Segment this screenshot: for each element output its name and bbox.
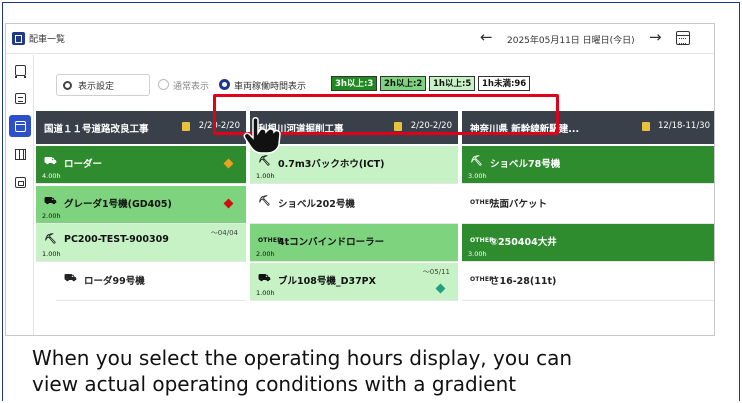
sidebar-item-schedule[interactable]: [9, 115, 31, 137]
period-end: ～05/11: [422, 268, 450, 276]
radio-operating-hours-display[interactable]: [219, 79, 230, 90]
operating-hours: 4.00h: [42, 172, 61, 180]
caption-text: When you select the operating hours disp…: [32, 345, 572, 397]
vehicle-cell[interactable]: ⛟ ローダ99号機: [56, 263, 246, 301]
schedule-icon: [642, 122, 650, 131]
next-day-button[interactable]: →: [649, 29, 662, 45]
pointer-hand-icon: [243, 117, 281, 154]
vehicle-cell[interactable]: ⛏ 0.7m3バックホウ(ICT) 1.00h: [250, 146, 458, 184]
sidebar-item-wallet[interactable]: [9, 171, 31, 193]
app-window: 配車一覧 ← 2025年05月11日 日曜日(今日) → 表示設定 通常表示 車…: [5, 23, 715, 336]
vehicle-name: ローダー: [64, 159, 103, 170]
vehicle-cell[interactable]: OTHER ②250404大井 3.00h: [462, 224, 714, 262]
project-dates: 12/18-11/30: [657, 121, 710, 131]
radio-normal-label: 通常表示: [173, 82, 210, 92]
sidebar-item-vehicles[interactable]: [9, 59, 31, 81]
operating-hours: 1.00h: [256, 289, 275, 297]
caption-line-2: view actual operating conditions with a …: [32, 372, 517, 396]
vehicle-name: PC200-TEST-900309: [64, 234, 169, 245]
vehicle-name: ブル108号機_D37PX: [278, 276, 376, 287]
operating-hours: 2.00h: [42, 212, 61, 220]
operating-hours: 1.00h: [42, 250, 61, 258]
status-diamond-icon: [223, 158, 234, 169]
dispatch-grid: 国道１１号道路改良工事 2/20-2/20 利根川河道掘削工事 2/20-2/2…: [34, 111, 714, 335]
current-date: 2025年05月11日 日曜日(今日): [507, 36, 635, 46]
vehicle-icon: ⛏: [470, 156, 483, 167]
vehicle-icon: ⛏: [44, 234, 57, 245]
vehicle-name: 法面バケット: [490, 199, 548, 210]
operating-hours: 3.00h: [468, 250, 487, 258]
vehicle-icon: ⛟: [44, 196, 57, 207]
calendar-icon: [14, 120, 26, 132]
badge-under-1h: 1h未満:96: [478, 76, 531, 91]
vehicle-name: ローダ99号機: [84, 276, 145, 287]
top-bar: 配車一覧 ← 2025年05月11日 日曜日(今日) →: [6, 24, 714, 54]
sidebar-item-map[interactable]: [9, 143, 31, 165]
document-icon: [14, 92, 26, 104]
gear-icon: [63, 80, 72, 90]
vehicle-icon: ⛏: [258, 156, 271, 167]
caption-line-1: When you select the operating hours disp…: [32, 346, 573, 370]
vehicle-cell[interactable]: OTHER さ16-28(11t): [462, 263, 714, 301]
vehicle-cell[interactable]: OTHER 4tコンバインドローラー 2.00h: [250, 224, 458, 262]
calendar-icon[interactable]: [676, 31, 690, 45]
vehicle-name: 4tコンバインドローラー: [278, 237, 385, 248]
app-title: 配車一覧: [29, 35, 66, 45]
vehicle-cell[interactable]: ⛏ ショベル202号機: [250, 186, 458, 224]
schedule-icon: [182, 122, 190, 131]
vehicle-icon: ⛟: [258, 273, 271, 284]
badge-3h: 3h以上:3: [331, 76, 378, 91]
operating-hours: 1.00h: [256, 172, 275, 180]
vehicle-cell[interactable]: OTHER 法面バケット: [462, 186, 714, 224]
status-diamond-icon: [223, 198, 234, 209]
vehicle-name: ショベル78号機: [490, 159, 561, 170]
vehicle-cell[interactable]: ⛏ ショベル78号機 3.00h: [462, 146, 714, 184]
operating-hours: 2.00h: [256, 250, 275, 258]
badge-1h: 1h以上:5: [429, 76, 476, 91]
vehicle-name: グレーダ1号機(GD405): [64, 199, 172, 210]
vehicle-cell[interactable]: ⛟ ブル108号機_D37PX 1.00h ～05/11: [250, 263, 458, 301]
vehicle-name: 0.7m3バックホウ(ICT): [278, 159, 385, 170]
vehicle-name: さ16-28(11t): [490, 276, 557, 287]
vehicle-name: ②250404大井: [490, 237, 557, 248]
period-end: ～04/04: [210, 229, 238, 237]
sidebar: [6, 55, 34, 335]
wallet-icon: [14, 176, 26, 188]
vehicle-cell[interactable]: ⛟ ローダー 4.00h: [36, 146, 246, 184]
vehicle-cell[interactable]: ⛟ グレーダ1号機(GD405) 2.00h: [36, 186, 246, 224]
display-settings-label: 表示設定: [78, 81, 115, 92]
vehicle-icon: ⛟: [64, 273, 77, 284]
operating-hours: 3.00h: [468, 172, 487, 180]
radio-normal-display[interactable]: [158, 79, 169, 90]
status-diamond-icon: [435, 283, 446, 294]
previous-day-button[interactable]: ←: [480, 29, 493, 45]
radio-operating-label: 車両稼働時間表示: [234, 82, 307, 92]
display-settings-button[interactable]: 表示設定: [56, 74, 150, 96]
vehicle-cell[interactable]: ⛏ PC200-TEST-900309 1.00h ～04/04: [36, 224, 246, 262]
map-icon: [14, 148, 26, 160]
project-title: 国道１１号道路改良工事: [44, 123, 149, 135]
vehicle-name: ショベル202号機: [278, 199, 355, 210]
vehicle-icon: ⛏: [258, 196, 271, 207]
truck-icon: [14, 64, 26, 78]
sidebar-item-documents[interactable]: [9, 87, 31, 109]
vehicle-icon: ⛟: [44, 156, 57, 167]
app-logo-icon: [12, 32, 25, 45]
badge-2h: 2h以上:2: [380, 76, 427, 91]
